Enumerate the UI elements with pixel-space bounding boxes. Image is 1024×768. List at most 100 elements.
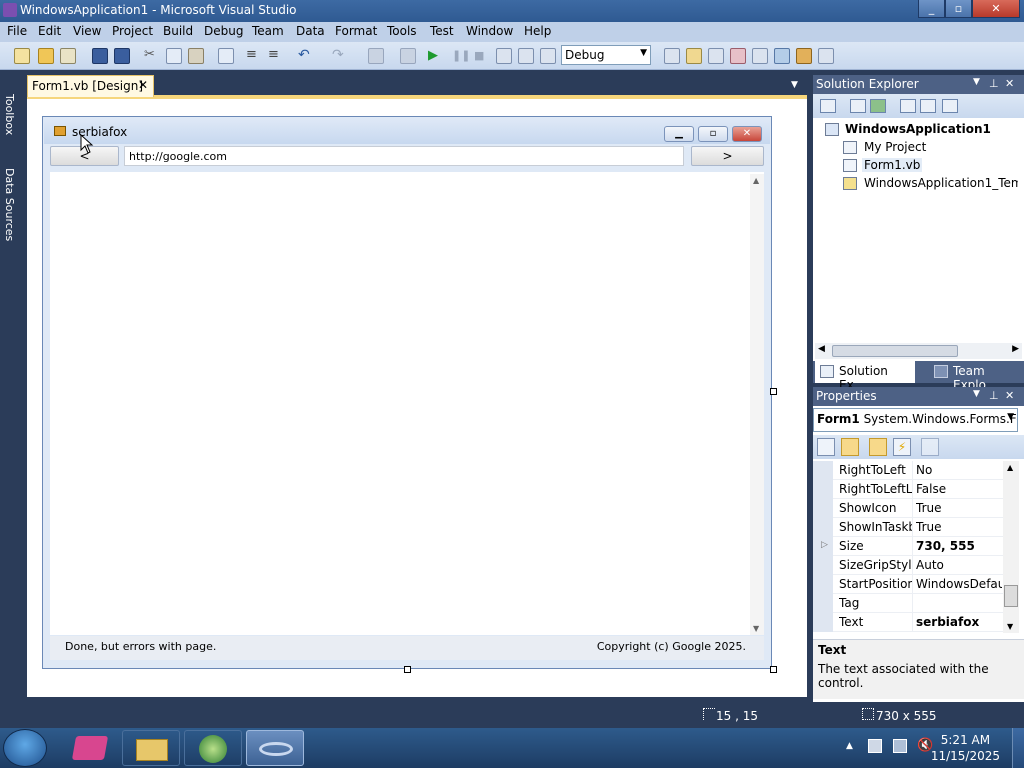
scroll-left-icon[interactable]: ◀: [818, 344, 825, 354]
pause-icon[interactable]: ❚❚: [452, 48, 470, 64]
scroll-right-icon[interactable]: ▶: [1012, 344, 1019, 354]
expand-arrow-icon[interactable]: ▷: [821, 540, 828, 550]
menu-window[interactable]: Window: [466, 24, 513, 38]
view-code-icon[interactable]: [900, 99, 916, 113]
network-icon[interactable]: [893, 739, 907, 753]
navigate-forward-icon[interactable]: [400, 48, 416, 64]
scroll-down-icon[interactable]: ▼: [753, 624, 759, 633]
go-button[interactable]: >: [691, 146, 764, 166]
close-button[interactable]: ✕: [972, 0, 1020, 18]
properties-dropdown-icon[interactable]: ▼: [973, 389, 980, 399]
start-debugging-icon[interactable]: ▶: [428, 48, 444, 64]
property-grid-scrollbar[interactable]: ▲ ▼: [1003, 461, 1019, 633]
property-row[interactable]: RightToLeftLa False: [813, 480, 1003, 499]
cut-icon[interactable]: ✂: [144, 48, 160, 64]
properties-icon[interactable]: [820, 99, 836, 113]
close-tab-icon[interactable]: ✕: [138, 78, 148, 92]
menu-help[interactable]: Help: [524, 24, 551, 38]
property-value[interactable]: Auto: [916, 558, 1002, 572]
tab-solution-explorer[interactable]: Solution Ex...: [815, 361, 915, 392]
properties-view-icon[interactable]: [869, 438, 887, 456]
tab-form1-design[interactable]: Form1.vb [Design] ✕: [27, 75, 154, 97]
property-value[interactable]: No: [916, 463, 1002, 477]
show-desktop-button[interactable]: [1012, 728, 1024, 768]
add-item-icon[interactable]: [60, 48, 76, 64]
resize-handle-right[interactable]: [770, 388, 777, 395]
property-row[interactable]: ▷ Size 730, 555: [813, 537, 1003, 556]
scroll-down-icon[interactable]: ▼: [1007, 622, 1013, 631]
object-selector-dropdown[interactable]: Form1 System.Windows.Forms.Fo ▼: [813, 408, 1018, 432]
menu-format[interactable]: Format: [335, 24, 377, 38]
toolbox-tab[interactable]: Toolbox: [3, 94, 16, 135]
menu-file[interactable]: File: [7, 24, 27, 38]
property-pages-icon[interactable]: [921, 438, 939, 456]
solution-explorer-icon[interactable]: [686, 48, 702, 64]
redo-icon[interactable]: ↷: [332, 48, 348, 64]
toolbar-options-icon[interactable]: [818, 48, 834, 64]
paste-icon[interactable]: [188, 48, 204, 64]
property-value[interactable]: WindowsDefaul: [916, 577, 1002, 591]
show-all-files-icon[interactable]: [850, 99, 866, 113]
taskbar-visual-studio-icon[interactable]: [246, 730, 304, 766]
show-hidden-icons-icon[interactable]: ▲: [846, 741, 853, 751]
taskbar-browser-icon[interactable]: [184, 730, 242, 766]
toolbox-icon[interactable]: [752, 48, 768, 64]
property-row[interactable]: ShowIcon True: [813, 499, 1003, 518]
pin-icon[interactable]: ⊥: [989, 77, 999, 90]
comment-icon[interactable]: ≡: [246, 48, 262, 64]
class-view-icon[interactable]: [942, 99, 958, 113]
minimize-button[interactable]: _: [918, 0, 945, 18]
panel-dropdown-icon[interactable]: ▼: [973, 77, 980, 87]
tree-item-temp-key[interactable]: WindowsApplication1_Temp: [864, 176, 1018, 190]
property-row[interactable]: StartPosition WindowsDefaul: [813, 575, 1003, 594]
property-value[interactable]: serbiafox: [916, 615, 1002, 629]
menu-team[interactable]: Team: [252, 24, 284, 38]
tab-team-explorer[interactable]: Team Explo...: [929, 361, 1024, 392]
action-center-flag-icon[interactable]: [868, 739, 882, 753]
menu-data[interactable]: Data: [296, 24, 325, 38]
scroll-up-icon[interactable]: ▲: [753, 176, 759, 185]
start-button[interactable]: [3, 729, 47, 767]
property-value[interactable]: 730, 555: [916, 539, 1002, 553]
save-all-icon[interactable]: [114, 48, 130, 64]
alphabetical-icon[interactable]: [841, 438, 859, 456]
property-value[interactable]: True: [916, 520, 1002, 534]
properties-pin-icon[interactable]: ⊥: [989, 389, 999, 402]
step-into-icon[interactable]: [496, 48, 512, 64]
resize-handle-corner[interactable]: [770, 666, 777, 673]
open-file-icon[interactable]: [38, 48, 54, 64]
browser-scrollbar[interactable]: ▲ ▼: [750, 174, 764, 635]
property-row[interactable]: Tag: [813, 594, 1003, 613]
tree-item-my-project[interactable]: My Project: [864, 140, 926, 154]
property-row[interactable]: ShowInTaskba True: [813, 518, 1003, 537]
maximize-button[interactable]: ▫: [945, 0, 972, 18]
property-row[interactable]: Text serbiafox: [813, 613, 1003, 632]
properties-close-icon[interactable]: ✕: [1005, 389, 1014, 402]
taskbar-app-cube-icon[interactable]: [62, 730, 120, 766]
menu-edit[interactable]: Edit: [38, 24, 61, 38]
menu-test[interactable]: Test: [430, 24, 454, 38]
find-icon[interactable]: [218, 48, 234, 64]
refresh-icon[interactable]: [870, 99, 886, 113]
form-maximize-button[interactable]: ▫: [698, 126, 728, 142]
menu-view[interactable]: View: [73, 24, 101, 38]
scroll-thumb[interactable]: [1004, 585, 1018, 607]
property-row[interactable]: RightToLeft No: [813, 461, 1003, 480]
menu-project[interactable]: Project: [112, 24, 153, 38]
start-page-icon[interactable]: [774, 48, 790, 64]
url-input[interactable]: http://google.com: [124, 146, 684, 166]
scroll-up-icon[interactable]: ▲: [1007, 463, 1013, 472]
panel-close-icon[interactable]: ✕: [1005, 77, 1014, 90]
document-list-dropdown-icon[interactable]: ▼: [791, 80, 798, 90]
step-out-icon[interactable]: [540, 48, 556, 64]
categorized-icon[interactable]: [817, 438, 835, 456]
new-project-icon[interactable]: [14, 48, 30, 64]
solution-configuration-dropdown[interactable]: Debug ▼: [561, 45, 651, 65]
menu-tools[interactable]: Tools: [387, 24, 417, 38]
taskbar-clock[interactable]: 5:21 AM 11/15/2025: [931, 732, 1000, 764]
view-designer-icon[interactable]: [920, 99, 936, 113]
menu-build[interactable]: Build: [163, 24, 193, 38]
uncomment-icon[interactable]: ≡: [268, 48, 284, 64]
form-minimize-button[interactable]: ▁: [664, 126, 694, 142]
scroll-thumb[interactable]: [832, 345, 958, 357]
